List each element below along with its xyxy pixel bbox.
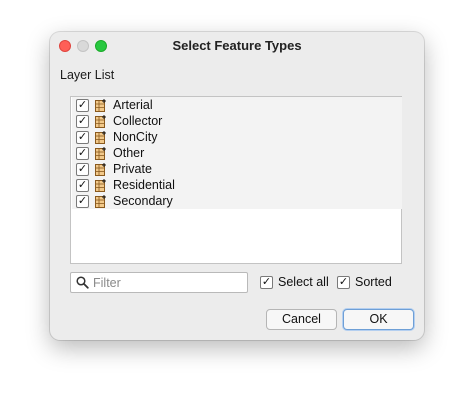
layer-row-secondary[interactable]: ✓ Secondary (72, 193, 402, 209)
select-all-option[interactable]: ✓ Select all (260, 275, 329, 289)
cancel-button[interactable]: Cancel (266, 309, 337, 330)
select-all-checkbox[interactable]: ✓ (260, 275, 273, 289)
sorted-option[interactable]: ✓ Sorted (337, 275, 392, 289)
layer-checkbox-residential[interactable]: ✓ (76, 178, 89, 192)
select-feature-types-dialog: Select Feature Types Layer List ✓ Arteri… (50, 32, 424, 340)
layer-checkbox-noncity[interactable]: ✓ (76, 130, 89, 144)
search-icon (76, 276, 89, 289)
layer-row-noncity[interactable]: ✓ NonCity (72, 129, 402, 145)
layer-icon (95, 98, 106, 112)
layer-label: Private (113, 162, 152, 176)
layer-icon (95, 178, 106, 192)
zoom-window-button[interactable] (95, 40, 107, 52)
select-all-label: Select all (278, 275, 329, 289)
ok-button[interactable]: OK (343, 309, 414, 330)
layer-row-residential[interactable]: ✓ Residential (72, 177, 402, 193)
layer-label: Arterial (113, 98, 153, 112)
layer-list-label: Layer List (60, 68, 115, 82)
minimize-window-button[interactable] (77, 40, 89, 52)
layer-checkbox-arterial[interactable]: ✓ (76, 98, 89, 112)
sorted-checkbox[interactable]: ✓ (337, 275, 350, 289)
layer-row-private[interactable]: ✓ Private (72, 161, 402, 177)
layer-icon (95, 130, 106, 144)
layer-checkbox-secondary[interactable]: ✓ (76, 194, 89, 208)
layer-list-rows: ✓ Arterial ✓ Collector ✓ NonCity ✓ Other… (72, 97, 402, 209)
filter-field[interactable] (70, 272, 248, 293)
layer-label: Secondary (113, 194, 173, 208)
layer-checkbox-private[interactable]: ✓ (76, 162, 89, 176)
layer-list[interactable]: ✓ Arterial ✓ Collector ✓ NonCity ✓ Other… (70, 96, 402, 264)
layer-icon (95, 194, 106, 208)
title-bar: Select Feature Types (50, 32, 424, 60)
layer-checkbox-collector[interactable]: ✓ (76, 114, 89, 128)
filter-input[interactable] (93, 274, 243, 291)
layer-icon (95, 114, 106, 128)
layer-row-arterial[interactable]: ✓ Arterial (72, 97, 402, 113)
layer-label: Other (113, 146, 145, 160)
layer-label: NonCity (113, 130, 158, 144)
layer-checkbox-other[interactable]: ✓ (76, 146, 89, 160)
layer-icon (95, 162, 106, 176)
layer-label: Residential (113, 178, 175, 192)
close-window-button[interactable] (59, 40, 71, 52)
sorted-label: Sorted (355, 275, 392, 289)
layer-row-other[interactable]: ✓ Other (72, 145, 402, 161)
layer-icon (95, 146, 106, 160)
layer-row-collector[interactable]: ✓ Collector (72, 113, 402, 129)
layer-label: Collector (113, 114, 163, 128)
